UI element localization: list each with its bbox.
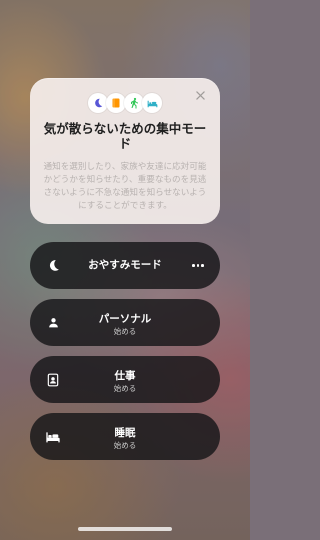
- focus-intro-card: 気が散らないための集中モード 通知を選別したり、家族や友達に応対可能かどうかを知…: [30, 78, 220, 224]
- focus-mode-work[interactable]: 仕事 始める: [30, 356, 220, 403]
- intro-icon-row: [30, 93, 220, 115]
- ellipsis-dot: [192, 264, 195, 267]
- more-options-button[interactable]: [192, 242, 204, 289]
- mode-label: 睡眠: [114, 427, 136, 439]
- focus-mode-sleep[interactable]: 睡眠 始める: [30, 413, 220, 460]
- home-indicator[interactable]: [78, 527, 172, 531]
- focus-mode-personal[interactable]: パーソナル 始める: [30, 299, 220, 346]
- focus-mode-do-not-disturb[interactable]: おやすみモード: [30, 242, 220, 289]
- close-button[interactable]: [193, 88, 207, 102]
- intro-description: 通知を選別したり、家族や友達に応対可能かどうかを知らせたり、重要なものを見逃さな…: [43, 161, 207, 210]
- ellipsis-dot: [196, 264, 200, 267]
- mode-label: パーソナル: [98, 313, 152, 325]
- mode-label: 仕事: [114, 370, 136, 382]
- ellipsis-dot: [201, 264, 204, 267]
- moon-icon: [88, 93, 108, 113]
- intro-title: 気が散らないための集中モード: [43, 122, 207, 151]
- bed-icon: [142, 93, 162, 113]
- book-icon: [106, 93, 126, 113]
- close-icon: [195, 90, 205, 100]
- running-person-icon: [124, 93, 144, 113]
- mode-sublabel: 始める: [113, 384, 137, 393]
- mode-sublabel: 始める: [113, 327, 137, 336]
- mode-sublabel: 始める: [113, 441, 137, 450]
